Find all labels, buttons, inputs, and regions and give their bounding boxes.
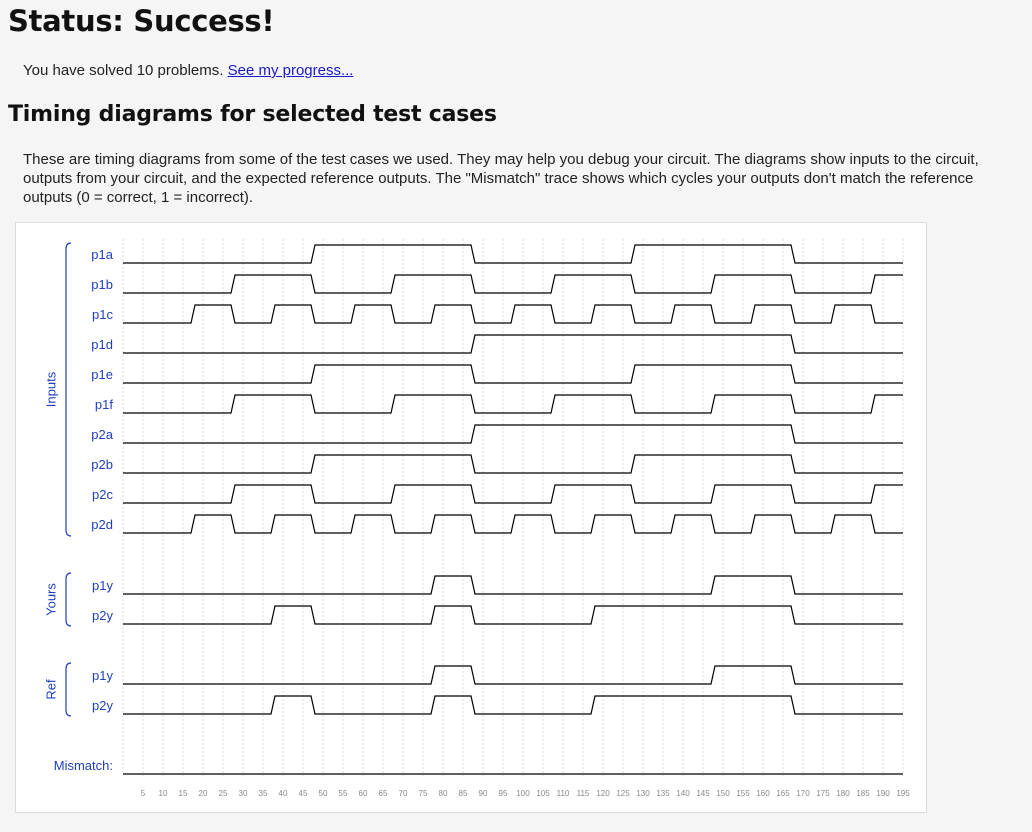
time-tick-label: 195 xyxy=(896,789,910,798)
signal-label-ref-p1y: p1y xyxy=(92,668,113,683)
signal-label-inputs-p1a: p1a xyxy=(91,247,113,262)
signal-label-inputs-p1c: p1c xyxy=(92,307,113,322)
solved-count-text: You have solved 10 problems. xyxy=(23,62,224,79)
group-bracket-ref xyxy=(65,662,72,717)
time-tick-label: 180 xyxy=(836,789,850,798)
group-bracket-inputs xyxy=(65,242,72,537)
time-tick-label: 45 xyxy=(299,789,308,798)
waveform-inputs-p1c xyxy=(123,304,903,324)
time-tick-label: 185 xyxy=(856,789,870,798)
timing-diagram: p1a p1b p1c p1d p1e p1f p2a p2b p2c p2d Inputs p1y p… xyxy=(43,239,910,798)
waveform-inputs-p1b xyxy=(123,274,903,294)
waveform-ref-p2y xyxy=(123,695,903,715)
time-tick-label: 150 xyxy=(716,789,730,798)
time-tick-label: 80 xyxy=(439,789,448,798)
signal-label-ref-p2y: p2y xyxy=(92,698,113,713)
time-tick-label: 70 xyxy=(399,789,408,798)
time-tick-label: 20 xyxy=(199,789,208,798)
signal-label-inputs-p2c: p2c xyxy=(92,487,113,502)
time-tick-label: 5 xyxy=(141,789,146,798)
group-label-inputs: Inputs xyxy=(43,371,58,407)
group-bracket-yours xyxy=(65,572,72,627)
time-tick-label: 15 xyxy=(179,789,188,798)
waveform-inputs-p2b xyxy=(123,454,903,474)
time-tick-label: 190 xyxy=(876,789,890,798)
time-tick-label: 65 xyxy=(379,789,388,798)
waveform-inputs-p1a xyxy=(123,244,903,264)
signal-label-inputs-p2d: p2d xyxy=(91,517,113,532)
signal-label-inputs-p2a: p2a xyxy=(91,427,113,442)
time-tick-label: 105 xyxy=(536,789,550,798)
time-tick-label: 120 xyxy=(596,789,610,798)
waveform-inputs-p2c xyxy=(123,484,903,504)
time-tick-label: 100 xyxy=(516,789,530,798)
time-tick-label: 40 xyxy=(279,789,288,798)
group-label-ref: Ref xyxy=(43,679,58,700)
time-tick-label: 155 xyxy=(736,789,750,798)
waveform-ref-p1y xyxy=(123,665,903,685)
waveform-inputs-p2a xyxy=(123,424,903,444)
time-tick-label: 135 xyxy=(656,789,670,798)
waveform-yours-p2y xyxy=(123,605,903,625)
time-tick-label: 60 xyxy=(359,789,368,798)
time-tick-label: 140 xyxy=(676,789,690,798)
signal-label-inputs-p1f: p1f xyxy=(95,397,113,412)
time-tick-label: 165 xyxy=(776,789,790,798)
timing-heading: Timing diagrams for selected test cases xyxy=(8,102,497,127)
time-tick-label: 115 xyxy=(577,789,590,798)
mismatch-label: Mismatch: xyxy=(54,758,113,773)
see-progress-link[interactable]: See my progress... xyxy=(228,62,354,79)
time-tick-label: 90 xyxy=(479,789,488,798)
time-tick-label: 130 xyxy=(636,789,650,798)
time-tick-label: 125 xyxy=(616,789,630,798)
timing-diagram-panel: p1a p1b p1c p1d p1e p1f p2a p2b p2c p2d Inputs p1y p… xyxy=(15,222,927,813)
signal-label-yours-p2y: p2y xyxy=(92,608,113,623)
time-tick-label: 110 xyxy=(557,789,570,798)
timing-description: These are timing diagrams from some of t… xyxy=(23,151,979,206)
status-title: Status: Success! xyxy=(8,4,275,38)
time-tick-label: 170 xyxy=(796,789,810,798)
waveform-inputs-p2d xyxy=(123,514,903,534)
signal-label-yours-p1y: p1y xyxy=(92,578,113,593)
signal-label-inputs-p1e: p1e xyxy=(91,367,113,382)
waveform-inputs-p1d xyxy=(123,334,903,354)
time-tick-label: 75 xyxy=(419,789,428,798)
waveform-yours-p1y xyxy=(123,575,903,595)
time-tick-label: 30 xyxy=(239,789,248,798)
time-tick-label: 175 xyxy=(816,789,830,798)
time-tick-label: 10 xyxy=(159,789,168,798)
signal-label-inputs-p2b: p2b xyxy=(91,457,113,472)
group-label-yours: Yours xyxy=(43,583,58,616)
time-tick-label: 25 xyxy=(219,789,228,798)
time-tick-label: 55 xyxy=(339,789,348,798)
time-tick-label: 95 xyxy=(499,789,508,798)
waveform-inputs-p1e xyxy=(123,364,903,384)
signal-label-inputs-p1b: p1b xyxy=(91,277,113,292)
time-tick-label: 35 xyxy=(259,789,268,798)
time-tick-label: 50 xyxy=(319,789,328,798)
waveform-inputs-p1f xyxy=(123,394,903,414)
signal-label-inputs-p1d: p1d xyxy=(91,337,113,352)
progress-line: You have solved 10 problems. See my prog… xyxy=(23,62,353,79)
time-tick-label: 160 xyxy=(756,789,770,798)
time-tick-label: 85 xyxy=(459,789,468,798)
time-tick-label: 145 xyxy=(696,789,710,798)
